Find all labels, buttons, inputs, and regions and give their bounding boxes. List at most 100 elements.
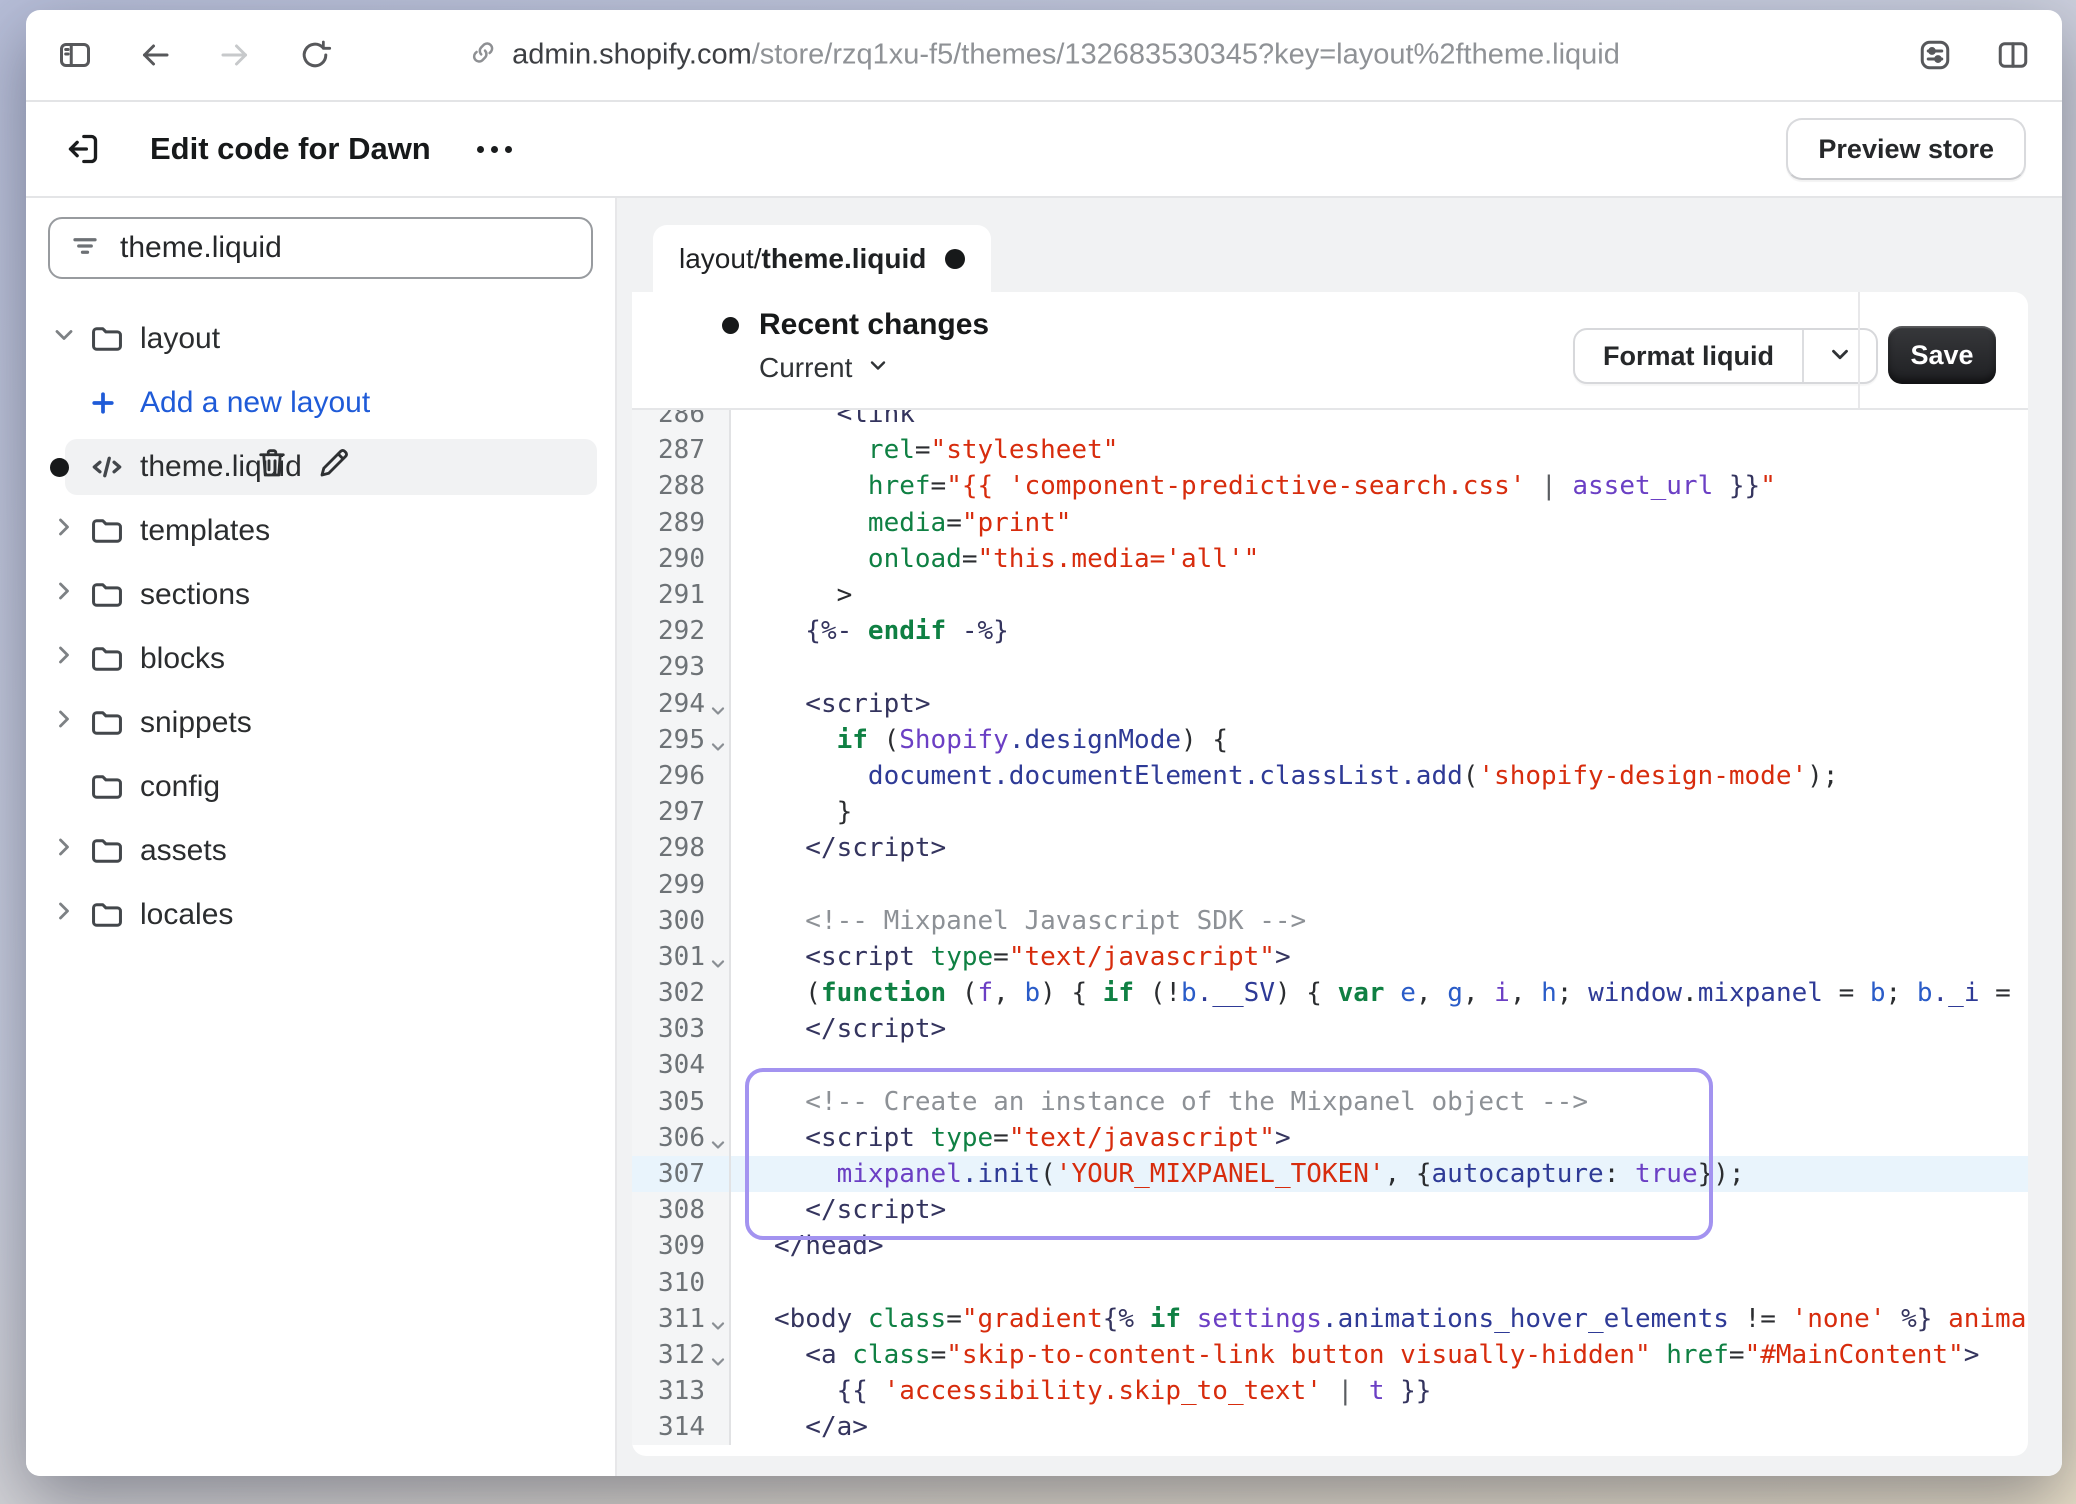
sidebar-item-layout[interactable]: layout: [26, 307, 615, 371]
code-line-text: <script type="text/javascript">: [731, 939, 2028, 975]
line-number: 311: [632, 1301, 731, 1337]
tab-filename: theme.liquid: [762, 243, 927, 275]
code-line-305[interactable]: 305 <!-- Create an instance of the Mixpa…: [632, 1084, 2028, 1120]
line-number: 295: [632, 722, 731, 758]
code-line-300[interactable]: 300 <!-- Mixpanel Javascript SDK -->: [632, 903, 2028, 939]
folder-icon: [88, 704, 140, 742]
code-editor[interactable]: 286 <link287 rel="stylesheet"288 href="{…: [632, 410, 2028, 1456]
code-line-302[interactable]: 302 (function (f, b) { if (!b.__SV) { va…: [632, 975, 2028, 1011]
code-line-314[interactable]: 314 </a>: [632, 1409, 2028, 1445]
format-liquid-button[interactable]: Format liquid: [1575, 330, 1802, 382]
code-line-289[interactable]: 289 media="print": [632, 505, 2028, 541]
add-new-layout-link[interactable]: Add a new layout: [26, 371, 615, 435]
sidebar-item-theme-liquid[interactable]: theme.liquid: [26, 435, 615, 499]
forward-arrow-icon[interactable]: [216, 36, 254, 74]
code-line-text: </a>: [731, 1409, 2028, 1445]
sidebar-item-config[interactable]: config: [26, 755, 615, 819]
code-line-text: rel="stylesheet": [731, 432, 2028, 468]
sidebar-item-snippets[interactable]: snippets: [26, 691, 615, 755]
exit-editor-icon[interactable]: [62, 128, 104, 170]
fold-toggle-icon[interactable]: [708, 737, 728, 757]
folder-icon: [88, 576, 140, 614]
code-line-295[interactable]: 295 if (Shopify.designMode) {: [632, 722, 2028, 758]
code-line-text: media="print": [731, 505, 2028, 541]
folder-icon: [88, 320, 140, 358]
sidebar-item-assets[interactable]: assets: [26, 819, 615, 883]
fold-toggle-icon[interactable]: [708, 1316, 728, 1336]
reload-icon[interactable]: [296, 36, 334, 74]
code-line-306[interactable]: 306 <script type="text/javascript">: [632, 1120, 2028, 1156]
code-line-312[interactable]: 312 <a class="skip-to-content-link butto…: [632, 1337, 2028, 1373]
ellipsis-icon[interactable]: [477, 146, 512, 153]
sidebar-item-blocks[interactable]: blocks: [26, 627, 615, 691]
chevron-right-icon[interactable]: [50, 897, 78, 933]
preview-store-button[interactable]: Preview store: [1786, 118, 2026, 180]
code-line-307[interactable]: 307 mixpanel.init('YOUR_MIXPANEL_TOKEN',…: [632, 1156, 2028, 1192]
code-line-297[interactable]: 297 }: [632, 794, 2028, 830]
line-number: 294: [632, 686, 731, 722]
code-line-288[interactable]: 288 href="{{ 'component-predictive-searc…: [632, 468, 2028, 504]
file-search-box[interactable]: [48, 217, 593, 279]
save-button[interactable]: Save: [1888, 326, 1996, 384]
code-line-301[interactable]: 301 <script type="text/javascript">: [632, 939, 2028, 975]
chevron-right-icon[interactable]: [50, 577, 78, 613]
url-text: admin.shopify.com/store/rzq1xu-f5/themes…: [512, 39, 1620, 72]
code-line-303[interactable]: 303 </script>: [632, 1011, 2028, 1047]
chevron-right-icon[interactable]: [50, 513, 78, 549]
code-line-296[interactable]: 296 document.documentElement.classList.a…: [632, 758, 2028, 794]
fold-toggle-icon[interactable]: [708, 701, 728, 721]
code-line-text: <body class="gradient{% if settings.anim…: [731, 1301, 2028, 1337]
sidebar-item-templates[interactable]: templates: [26, 499, 615, 563]
line-number: 308: [632, 1192, 731, 1228]
chevron-right-icon[interactable]: [50, 705, 78, 741]
format-liquid-menu-button[interactable]: [1802, 330, 1876, 382]
code-line-313[interactable]: 313 {{ 'accessibility.skip_to_text' | t …: [632, 1373, 2028, 1409]
delete-file-icon[interactable]: [254, 445, 290, 489]
fold-toggle-icon[interactable]: [708, 954, 728, 974]
browser-window: admin.shopify.com/store/rzq1xu-f5/themes…: [26, 10, 2062, 1476]
folder-label: config: [140, 770, 220, 804]
code-line-291[interactable]: 291 >: [632, 577, 2028, 613]
rename-file-icon[interactable]: [316, 445, 352, 489]
code-line-311[interactable]: 311<body class="gradient{% if settings.a…: [632, 1301, 2028, 1337]
line-number: 290: [632, 541, 731, 577]
code-line-298[interactable]: 298 </script>: [632, 830, 2028, 866]
line-number: 286: [632, 410, 731, 432]
code-line-304[interactable]: 304: [632, 1047, 2028, 1083]
folder-icon: [88, 768, 140, 806]
page-settings-icon[interactable]: [1916, 36, 1954, 74]
code-line-310[interactable]: 310: [632, 1265, 2028, 1301]
fold-toggle-icon[interactable]: [708, 1135, 728, 1155]
line-number: 297: [632, 794, 731, 830]
fold-toggle-icon[interactable]: [708, 1352, 728, 1372]
file-search-input[interactable]: [120, 231, 571, 265]
code-line-299[interactable]: 299: [632, 866, 2028, 902]
line-number: 287: [632, 432, 731, 468]
file-tree: layoutAdd a new layouttheme.liquidtempla…: [26, 307, 615, 947]
chevron-right-icon[interactable]: [50, 833, 78, 869]
sidebar-item-sections[interactable]: sections: [26, 563, 615, 627]
code-line-294[interactable]: 294 <script>: [632, 686, 2028, 722]
code-line-text: [731, 866, 2028, 902]
version-selector[interactable]: Current: [759, 352, 989, 384]
code-line-text: </script>: [731, 1192, 2028, 1228]
split-view-icon[interactable]: [1994, 36, 2032, 74]
code-line-286[interactable]: 286 <link: [632, 410, 2028, 432]
code-line-287[interactable]: 287 rel="stylesheet": [632, 432, 2028, 468]
sidebar-item-locales[interactable]: locales: [26, 883, 615, 947]
line-number: 291: [632, 577, 731, 613]
code-line-292[interactable]: 292 {%- endif -%}: [632, 613, 2028, 649]
sidebar-toggle-icon[interactable]: [56, 36, 94, 74]
code-line-309[interactable]: 309</head>: [632, 1228, 2028, 1264]
code-line-text: <!-- Create an instance of the Mixpanel …: [731, 1084, 2028, 1120]
code-line-308[interactable]: 308 </script>: [632, 1192, 2028, 1228]
chevron-down-icon[interactable]: [50, 321, 78, 357]
unsaved-dot: [50, 458, 69, 477]
address-bar[interactable]: admin.shopify.com/store/rzq1xu-f5/themes…: [468, 38, 1620, 73]
code-line-290[interactable]: 290 onload="this.media='all'": [632, 541, 2028, 577]
chevron-right-icon[interactable]: [50, 641, 78, 677]
back-arrow-icon[interactable]: [136, 36, 174, 74]
code-line-293[interactable]: 293: [632, 649, 2028, 685]
chevron-down-icon: [1827, 341, 1853, 372]
tab-layout-theme-liquid[interactable]: layout/theme.liquid: [653, 225, 991, 292]
